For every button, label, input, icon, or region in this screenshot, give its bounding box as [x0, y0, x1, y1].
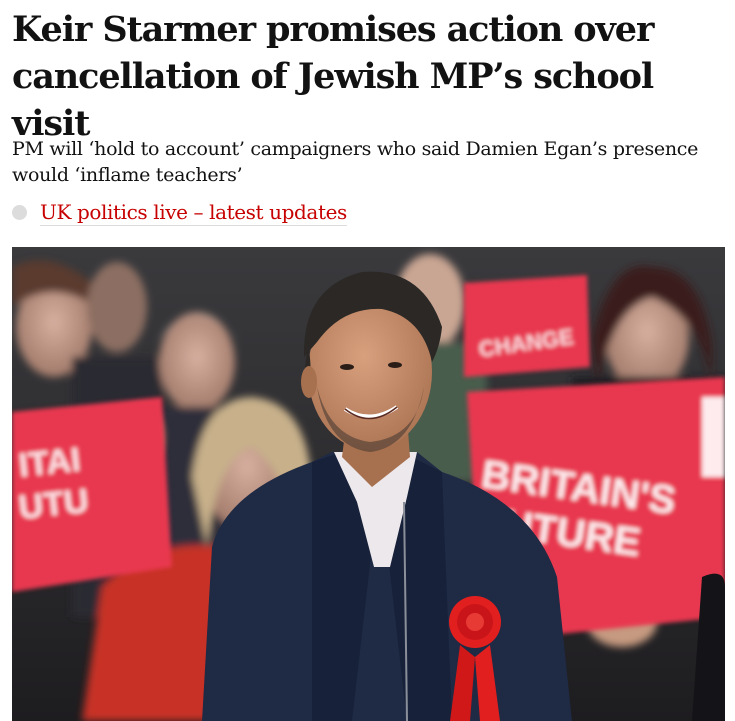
- live-link-row: UK politics live – latest updates: [12, 196, 347, 228]
- live-updates-link[interactable]: UK politics live – latest updates: [40, 199, 347, 226]
- article-photo[interactable]: ITAI UTU CHANGE BRITAIN'S UTURE: [12, 247, 725, 721]
- bullet-dot-icon: [12, 204, 27, 220]
- headline: Keir Starmer promises action over cancel…: [12, 9, 654, 144]
- svg-text:ITAI: ITAI: [17, 441, 82, 485]
- standfirst: PM will ‘hold to account’ campaigners wh…: [12, 138, 699, 186]
- photo-illustration: ITAI UTU CHANGE BRITAIN'S UTURE: [12, 247, 725, 721]
- article: Keir Starmer promises action over cancel…: [0, 0, 735, 721]
- svg-text:UTU: UTU: [17, 482, 90, 527]
